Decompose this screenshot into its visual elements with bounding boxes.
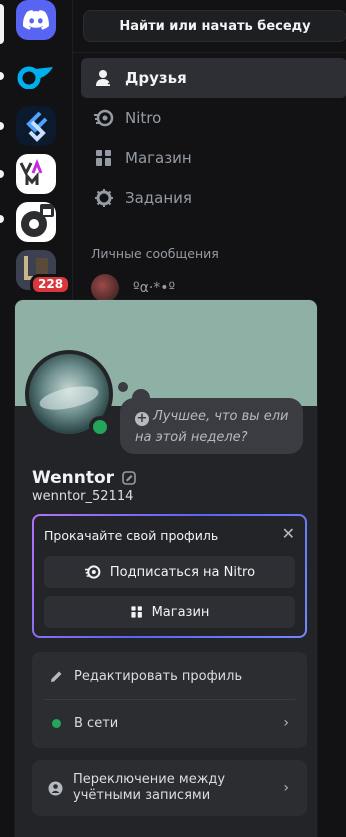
online-status-label: В сети: [74, 715, 119, 731]
server-icon-3[interactable]: [16, 154, 56, 194]
server-icon-4[interactable]: [16, 202, 56, 242]
dm-name: ºα·*•º: [133, 280, 176, 296]
nitro-icon: [84, 564, 102, 580]
switch-accounts-card: Переключение между учётными записями ›: [32, 760, 307, 816]
shop-button[interactable]: Магазин: [44, 596, 295, 628]
chevron-logo-icon: [26, 111, 48, 142]
display-name: Wenntor: [32, 468, 115, 488]
discord-home-button[interactable]: [16, 0, 56, 40]
edit-profile-label: Редактировать профиль: [74, 668, 243, 684]
gear-calendar-icon: [21, 204, 54, 237]
username: wenntor_52114: [32, 489, 134, 504]
online-dot-icon: [48, 718, 64, 728]
shop-icon: [130, 605, 144, 619]
selected-server-indicator: [0, 4, 4, 44]
status-indicator: [89, 416, 111, 438]
onlyfans-logo-icon: [17, 66, 53, 89]
shop-button-label: Магазин: [151, 604, 210, 620]
close-icon[interactable]: ✕: [282, 524, 295, 543]
online-status-icon: [93, 420, 107, 434]
friends-icon: [93, 67, 115, 89]
dm-avatar: [91, 274, 119, 302]
quests-icon: [93, 187, 115, 209]
nav-shop[interactable]: Магазин: [81, 138, 346, 178]
vam-logo-icon: [19, 159, 43, 185]
nav-friends[interactable]: Друзья: [81, 58, 346, 98]
mention-badge: 228: [30, 274, 72, 295]
server-icon-1[interactable]: [16, 56, 56, 96]
switch-accounts-row[interactable]: Переключение между учётными записями ›: [32, 760, 307, 816]
thought-bubble-dot: [118, 382, 128, 392]
nav-nitro[interactable]: Nitro: [81, 98, 346, 138]
edit-profile-row[interactable]: Редактировать профиль: [32, 653, 307, 699]
nav-quests[interactable]: Задания: [81, 178, 346, 218]
chevron-right-icon: ›: [283, 780, 289, 796]
server-icon-2[interactable]: [16, 106, 56, 146]
upsell-title: Прокачайте свой профиль: [44, 528, 219, 543]
nitro-icon: [93, 107, 115, 129]
nav-friends-label: Друзья: [125, 69, 187, 87]
unread-indicator: [0, 72, 4, 80]
user-profile-popout: + Лучшее, что вы ели на этой неделе? Wenn…: [15, 300, 317, 837]
nav-nitro-label: Nitro: [125, 109, 162, 127]
subscribe-nitro-label: Подписаться на Nitro: [109, 564, 256, 580]
chevron-right-icon: ›: [283, 715, 289, 731]
switch-accounts-label: Переключение между учётными записями: [73, 772, 226, 803]
online-status-row[interactable]: В сети ›: [32, 700, 307, 746]
dm-section-heading: Личные сообщения: [91, 246, 219, 261]
nav-quests-label: Задания: [125, 189, 192, 207]
profile-upsell-card: Прокачайте свой профиль ✕ Подписаться на…: [32, 514, 307, 638]
shop-icon: [93, 147, 115, 169]
discord-logo-icon: [23, 10, 49, 30]
edit-status-icon[interactable]: [122, 471, 136, 485]
profile-actions-card: Редактировать профиль В сети ›: [32, 652, 307, 748]
unread-indicator: [0, 170, 4, 178]
header-divider: [73, 52, 346, 53]
display-name-row: Wenntor: [32, 468, 136, 488]
unread-indicator: [0, 215, 4, 223]
dm-item[interactable]: ºα·*•º: [91, 274, 175, 302]
search-button[interactable]: Найти или начать беседу: [83, 10, 346, 42]
subscribe-nitro-button[interactable]: Подписаться на Nitro: [44, 556, 295, 588]
unread-indicator: [0, 122, 4, 130]
account-icon: [48, 781, 63, 796]
plus-icon: +: [135, 411, 149, 426]
status-prompt: Лучшее, что вы ели на этой неделе?: [135, 409, 289, 445]
custom-status-bubble[interactable]: + Лучшее, что вы ели на этой неделе?: [120, 398, 303, 454]
pencil-icon: [48, 670, 64, 683]
nav-shop-label: Магазин: [125, 149, 192, 167]
